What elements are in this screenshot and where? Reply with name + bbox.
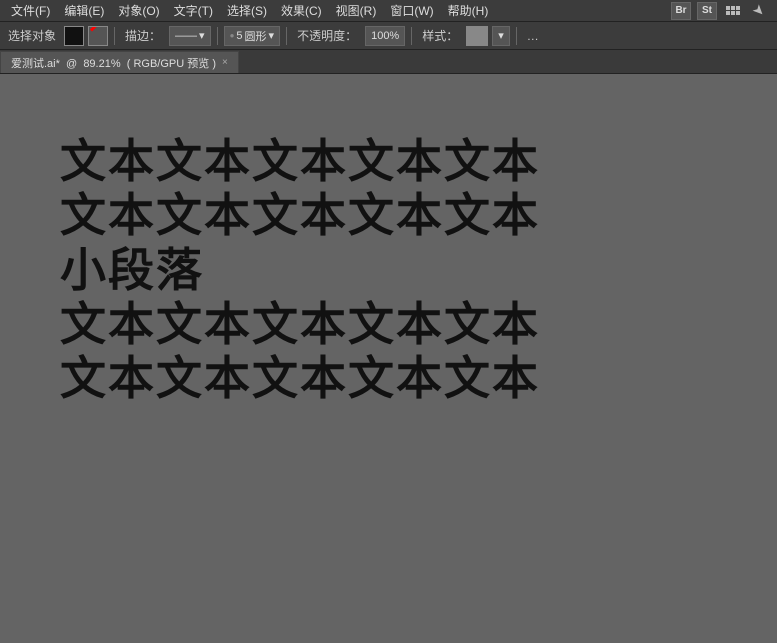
toolbar-divider5 (516, 27, 517, 45)
toolbar-divider3 (286, 27, 287, 45)
stroke-selector[interactable]: —— ▾ (169, 26, 211, 46)
brush-shape-value: 圆形 (245, 28, 267, 44)
send-icon: ➤ (749, 0, 769, 20)
bridge-button[interactable]: Br (671, 2, 691, 20)
grid-cell (736, 11, 740, 15)
menu-text[interactable]: 文字(T) (167, 0, 220, 21)
menu-right-icons: Br St ➤ (671, 2, 773, 20)
toolbar-divider (114, 27, 115, 45)
canvas-area: 文本文本文本文本文本 文本文本文本文本文本 小段落 文本文本文本文本文本 文本文… (0, 74, 777, 643)
menu-view[interactable]: 视图(R) (329, 0, 384, 21)
menu-object[interactable]: 对象(O) (111, 0, 166, 21)
grid-cell (731, 11, 735, 15)
stroke-label: 描边： (121, 27, 165, 44)
grid-cell (726, 11, 730, 15)
send-icon-button[interactable]: ➤ (749, 2, 769, 20)
toolbar-divider2 (217, 27, 218, 45)
toolbar-divider4 (411, 27, 412, 45)
style-label: 样式： (418, 27, 462, 44)
brush-dot-icon: ● (230, 31, 235, 40)
opacity-label: 不透明度： (293, 27, 361, 44)
fill-swatch[interactable] (64, 26, 84, 46)
text-line-5: 文本文本文本文本文本 (60, 351, 540, 405)
tab-filename: 爱测试.ai* @ 89.21% ( RGB/GPU 预览 ) (11, 55, 216, 71)
tab-close-button[interactable]: × (222, 57, 228, 68)
brush-size-value: 5 (236, 30, 242, 42)
text-line-4: 文本文本文本文本文本 (60, 297, 540, 351)
menu-window[interactable]: 窗口(W) (383, 0, 440, 21)
style-swatch[interactable] (466, 26, 488, 46)
tab-colormode-text: RGB/GPU 预览 (133, 58, 209, 70)
toolbar: 选择对象 描边： —— ▾ ● 5 圆形 ▾ 不透明度： 100% 样式： ▾ … (0, 22, 777, 50)
opacity-value: 100% (371, 30, 399, 42)
text-line-3: 小段落 (60, 243, 540, 297)
grid-cell (731, 6, 735, 10)
brush-shape-chevron: ▾ (269, 29, 275, 42)
no-stroke-icon[interactable] (88, 26, 108, 46)
extra-label: … (523, 29, 543, 43)
opacity-value-btn[interactable]: 100% (365, 26, 405, 46)
menu-bar: 文件(F) 编辑(E) 对象(O) 文字(T) 选择(S) 效果(C) 视图(R… (0, 0, 777, 22)
grid-cell (736, 6, 740, 10)
style-chevron-btn[interactable]: ▾ (492, 26, 510, 46)
text-line-1: 文本文本文本文本文本 (60, 134, 540, 188)
tab-filename-text: 爱测试.ai* (11, 58, 60, 70)
select-object-label: 选择对象 (4, 27, 60, 44)
text-line-2: 文本文本文本文本文本 (60, 188, 540, 242)
stock-button[interactable]: St (697, 2, 717, 20)
grid-icon-button[interactable] (723, 2, 743, 20)
grid-cell (726, 6, 730, 10)
stroke-value: —— (175, 30, 197, 42)
menu-select[interactable]: 选择(S) (220, 0, 274, 21)
document-tab[interactable]: 爱测试.ai* @ 89.21% ( RGB/GPU 预览 ) × (0, 51, 239, 73)
menu-file[interactable]: 文件(F) (4, 0, 57, 21)
tab-bar: 爱测试.ai* @ 89.21% ( RGB/GPU 预览 ) × (0, 50, 777, 74)
grid-icon (726, 6, 740, 15)
tab-zoom-text: 89.21% (83, 58, 120, 70)
canvas-text-block[interactable]: 文本文本文本文本文本 文本文本文本文本文本 小段落 文本文本文本文本文本 文本文… (60, 134, 540, 405)
menu-effect[interactable]: 效果(C) (274, 0, 329, 21)
menu-help[interactable]: 帮助(H) (441, 0, 496, 21)
menu-edit[interactable]: 编辑(E) (57, 0, 111, 21)
stroke-chevron-icon: ▾ (199, 29, 205, 42)
brush-dot: ● 5 圆形 ▾ (224, 26, 281, 46)
